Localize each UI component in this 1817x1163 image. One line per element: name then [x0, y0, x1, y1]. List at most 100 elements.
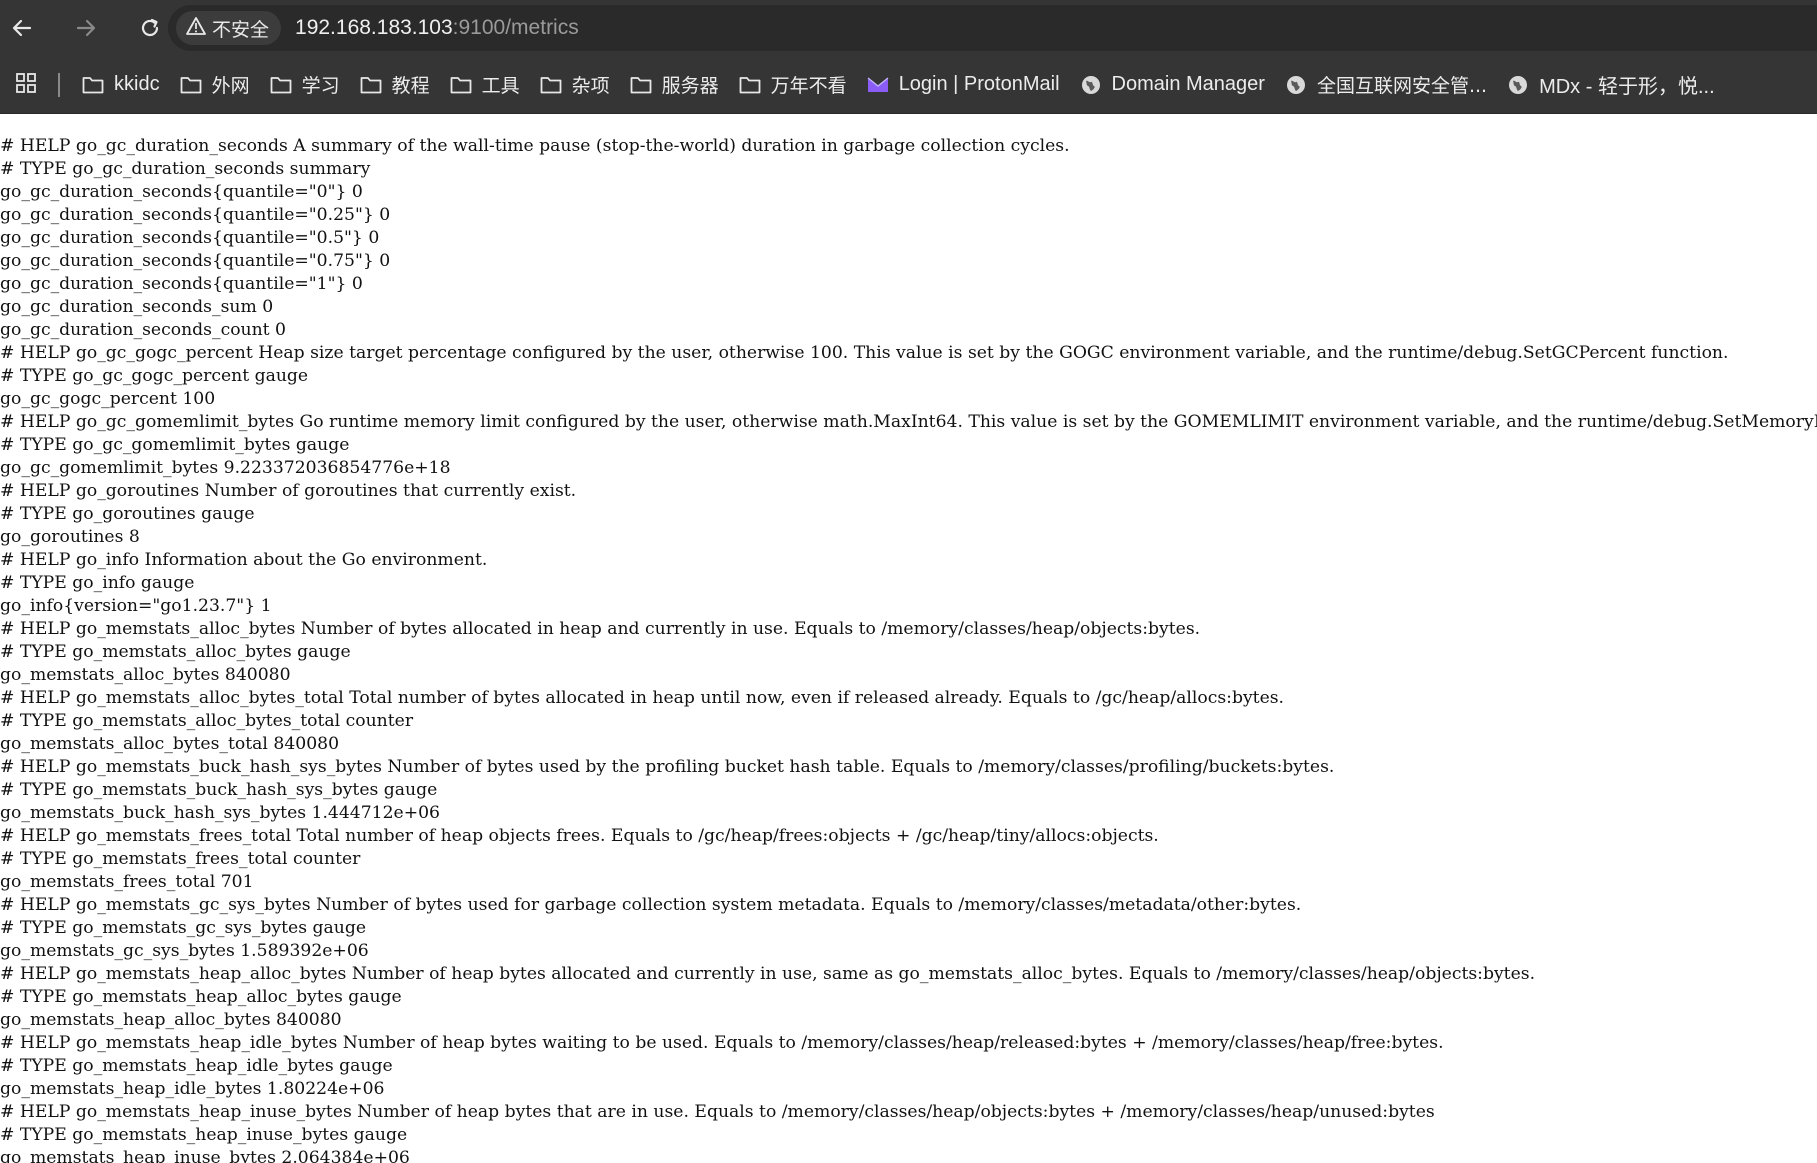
- globe-icon: [1080, 74, 1102, 96]
- bookmark-item[interactable]: 杂项: [534, 67, 620, 103]
- metric-value-line: go_gc_duration_seconds{quantile="0.5"} 0: [0, 228, 380, 248]
- metric-help-line: # HELP go_gc_gogc_percent Heap size targ…: [0, 343, 1729, 363]
- reload-button[interactable]: [128, 6, 172, 50]
- url-path: :9100/metrics: [452, 16, 579, 39]
- address-bar[interactable]: 不安全 192.168.183.103:9100/metrics: [168, 5, 1817, 51]
- url-text[interactable]: 192.168.183.103:9100/metrics: [295, 16, 579, 40]
- metric-value-line: go_goroutines 8: [0, 527, 140, 547]
- bookmarks-divider: [58, 72, 60, 97]
- metric-type-line: # TYPE go_info gauge: [0, 573, 195, 593]
- bookmark-label: 外网: [211, 75, 250, 97]
- arrow-left-icon: [11, 17, 33, 39]
- metric-value-line: go_gc_duration_seconds_sum 0: [0, 297, 274, 317]
- bookmark-item[interactable]: 服务器: [624, 67, 729, 103]
- bookmark-label: MDx - 轻于形，悦...: [1539, 76, 1715, 98]
- metrics-text: # HELP go_gc_duration_seconds A summary …: [0, 135, 1817, 1163]
- bookmark-item[interactable]: 工具: [444, 67, 530, 103]
- folder-icon: [270, 75, 292, 95]
- folder-icon: [180, 75, 202, 95]
- globe-icon: [1507, 74, 1529, 96]
- metric-type-line: # TYPE go_gc_gogc_percent gauge: [0, 366, 309, 386]
- metric-value-line: go_memstats_heap_alloc_bytes 840080: [0, 1010, 342, 1030]
- metric-value-line: go_gc_duration_seconds_count 0: [0, 320, 286, 340]
- metric-type-line: # TYPE go_memstats_heap_idle_bytes gauge: [0, 1056, 393, 1076]
- metric-value-line: go_memstats_alloc_bytes_total 840080: [0, 734, 339, 754]
- metric-type-line: # TYPE go_memstats_gc_sys_bytes gauge: [0, 918, 366, 938]
- metric-value-line: go_memstats_alloc_bytes 840080: [0, 665, 291, 685]
- metric-value-line: go_gc_gogc_percent 100: [0, 389, 216, 409]
- metric-help-line: # HELP go_memstats_heap_alloc_bytes Numb…: [0, 964, 1536, 984]
- bookmark-item[interactable]: MDx - 轻于形，悦...: [1501, 67, 1725, 103]
- metric-type-line: # TYPE go_memstats_heap_inuse_bytes gaug…: [0, 1125, 408, 1145]
- metric-type-line: # TYPE go_gc_gomemlimit_bytes gauge: [0, 435, 350, 455]
- security-label: 不安全: [212, 18, 270, 41]
- bookmark-item[interactable]: 万年不看: [733, 67, 857, 103]
- bookmark-label: 教程: [391, 75, 430, 97]
- metric-type-line: # TYPE go_memstats_alloc_bytes gauge: [0, 642, 351, 662]
- metric-value-line: go_info{version="go1.23.7"} 1: [0, 596, 272, 616]
- metric-help-line: # HELP go_goroutines Number of goroutine…: [0, 481, 577, 501]
- metric-value-line: go_gc_gomemlimit_bytes 9.223372036854776…: [0, 458, 451, 478]
- bookmark-item[interactable]: 外网: [174, 67, 260, 103]
- metric-value-line: go_gc_duration_seconds{quantile="1"} 0: [0, 274, 363, 294]
- page-content: # HELP go_gc_duration_seconds A summary …: [0, 135, 1817, 1163]
- apps-button[interactable]: [0, 65, 52, 105]
- metric-value-line: go_memstats_buck_hash_sys_bytes 1.444712…: [0, 803, 440, 823]
- metric-type-line: # TYPE go_gc_duration_seconds summary: [0, 159, 371, 179]
- metric-type-line: # TYPE go_goroutines gauge: [0, 504, 255, 524]
- bookmark-item[interactable]: 教程: [354, 67, 440, 103]
- metric-help-line: # HELP go_memstats_alloc_bytes Number of…: [0, 619, 1201, 639]
- url-host: 192.168.183.103: [295, 16, 453, 39]
- folder-icon: [739, 75, 761, 95]
- bookmark-label: 杂项: [571, 75, 610, 97]
- bookmarks-bar: kkidc 外网 学习 教程 工具 杂项 服务器 万年不看 Login | ProtonMail…: [0, 56, 1817, 114]
- bookmark-label: 服务器: [661, 75, 719, 97]
- bookmark-label: Domain Manager: [1111, 73, 1265, 95]
- metric-value-line: go_memstats_heap_inuse_bytes 2.064384e+0…: [0, 1148, 410, 1163]
- metric-help-line: # HELP go_info Information about the Go …: [0, 550, 488, 570]
- metric-type-line: # TYPE go_memstats_frees_total counter: [0, 849, 361, 869]
- metric-type-line: # TYPE go_memstats_alloc_bytes_total cou…: [0, 711, 414, 731]
- bookmark-item[interactable]: 全国互联网安全管...: [1279, 67, 1497, 103]
- bookmark-label: kkidc: [114, 73, 160, 95]
- metric-value-line: go_gc_duration_seconds{quantile="0.25"} …: [0, 205, 391, 225]
- bookmark-label: 学习: [301, 75, 340, 97]
- metric-value-line: go_gc_duration_seconds{quantile="0"} 0: [0, 182, 363, 202]
- folder-icon: [82, 75, 104, 95]
- folder-icon: [450, 75, 472, 95]
- arrow-right-icon: [75, 17, 97, 39]
- bookmark-label: 万年不看: [770, 75, 847, 97]
- metric-value-line: go_memstats_heap_idle_bytes 1.80224e+06: [0, 1079, 385, 1099]
- bookmark-item[interactable]: Domain Manager: [1074, 67, 1275, 103]
- bookmark-label: 工具: [481, 75, 520, 97]
- bookmark-label: 全国互联网安全管...: [1316, 75, 1488, 97]
- bookmark-item[interactable]: 学习: [264, 67, 350, 103]
- forward-button[interactable]: [64, 6, 108, 50]
- bookmark-label: Login | ProtonMail: [898, 73, 1060, 95]
- metric-help-line: # HELP go_memstats_heap_idle_bytes Numbe…: [0, 1033, 1444, 1053]
- folder-icon: [540, 75, 562, 95]
- reload-icon: [139, 17, 161, 39]
- bookmark-item[interactable]: Login | ProtonMail: [861, 67, 1070, 103]
- bookmark-list: kkidc 外网 学习 教程 工具 杂项 服务器 万年不看 Login | ProtonMail…: [76, 67, 1729, 103]
- globe-icon: [1285, 74, 1307, 96]
- security-indicator[interactable]: 不安全: [176, 11, 282, 45]
- bookmark-item[interactable]: kkidc: [76, 67, 170, 103]
- back-button[interactable]: [0, 6, 44, 50]
- metric-help-line: # HELP go_memstats_frees_total Total num…: [0, 826, 1159, 846]
- folder-icon: [360, 75, 382, 95]
- browser-toolbar: 不安全 192.168.183.103:9100/metrics: [0, 0, 1817, 56]
- metric-help-line: # HELP go_gc_gomemlimit_bytes Go runtime…: [0, 412, 1817, 432]
- metric-type-line: # TYPE go_memstats_heap_alloc_bytes gaug…: [0, 987, 402, 1007]
- metric-help-line: # HELP go_gc_duration_seconds A summary …: [0, 136, 1070, 156]
- metric-help-line: # HELP go_memstats_buck_hash_sys_bytes N…: [0, 757, 1335, 777]
- protonmail-icon: [867, 75, 889, 95]
- apps-grid-icon: [15, 72, 37, 98]
- folder-icon: [630, 75, 652, 95]
- metric-value-line: go_memstats_frees_total 701: [0, 872, 254, 892]
- metric-help-line: # HELP go_memstats_alloc_bytes_total Tot…: [0, 688, 1285, 708]
- metric-help-line: # HELP go_memstats_heap_inuse_bytes Numb…: [0, 1102, 1435, 1122]
- metric-value-line: go_gc_duration_seconds{quantile="0.75"} …: [0, 251, 391, 271]
- metric-value-line: go_memstats_gc_sys_bytes 1.589392e+06: [0, 941, 369, 961]
- warning-triangle-icon: [186, 16, 212, 41]
